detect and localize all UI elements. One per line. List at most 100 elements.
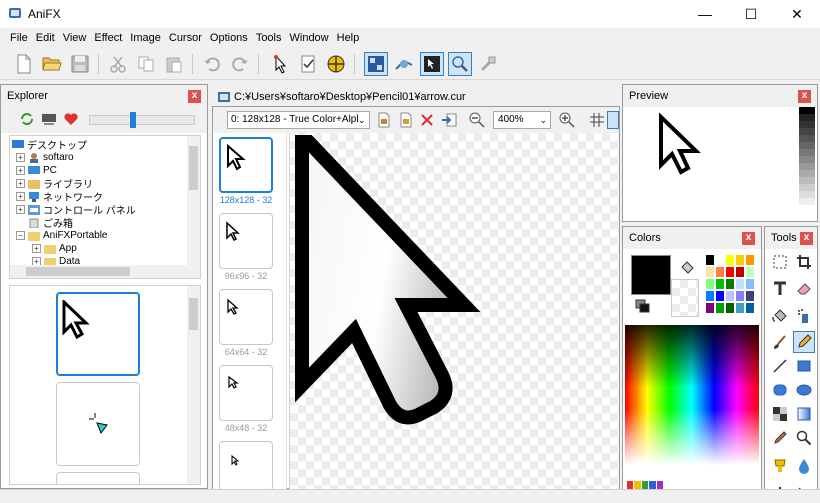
- zoom-icon[interactable]: [448, 52, 472, 76]
- line-icon[interactable]: [769, 355, 791, 377]
- color-swatch[interactable]: [725, 278, 735, 290]
- zoom-out-icon[interactable]: [469, 112, 485, 131]
- pointer-tool-icon[interactable]: [268, 52, 292, 76]
- sort-icon[interactable]: [41, 111, 57, 130]
- color-swatch[interactable]: [705, 278, 715, 290]
- cut-icon[interactable]: [106, 52, 130, 76]
- brush-icon[interactable]: [769, 331, 791, 353]
- menu-image[interactable]: Image: [126, 32, 165, 44]
- color-swatch[interactable]: [745, 278, 755, 290]
- frame-48[interactable]: [219, 365, 273, 421]
- tree-hscrollbar[interactable]: [10, 265, 200, 278]
- delete-image-icon[interactable]: [419, 112, 435, 131]
- color-swatch[interactable]: [745, 290, 755, 302]
- tree-item-recycle-bin[interactable]: ごみ箱: [28, 216, 73, 230]
- zoom-select[interactable]: 400% ⌄: [493, 111, 551, 129]
- format-select[interactable]: 0: 128x128 - True Color+Alpha: [227, 111, 370, 129]
- frame-96[interactable]: [219, 213, 273, 269]
- primary-color-swatch[interactable]: [631, 255, 671, 295]
- favorite-icon[interactable]: [63, 111, 79, 130]
- color-swatch[interactable]: [705, 254, 715, 266]
- tree-item-desktop[interactable]: デスクトップ: [12, 138, 87, 152]
- save-icon[interactable]: [68, 52, 92, 76]
- background-gray-swatch[interactable]: [799, 107, 815, 114]
- minimize-button[interactable]: —: [682, 0, 728, 28]
- preview-close-button[interactable]: x: [798, 90, 811, 103]
- slider-handle[interactable]: [130, 112, 136, 128]
- color-swatch[interactable]: [735, 302, 745, 314]
- thumbnail-size-slider[interactable]: [89, 112, 195, 128]
- rectangle-icon[interactable]: [793, 355, 815, 377]
- color-swatch[interactable]: [705, 302, 715, 314]
- background-gray-swatch[interactable]: [799, 205, 815, 212]
- frame-64[interactable]: [219, 289, 273, 345]
- background-gray-swatch[interactable]: [799, 163, 815, 170]
- color-swatch[interactable]: [745, 254, 755, 266]
- background-gray-swatch[interactable]: [799, 121, 815, 128]
- rounded-rectangle-icon[interactable]: [769, 379, 791, 401]
- menu-view[interactable]: View: [59, 32, 91, 44]
- dither-icon[interactable]: [769, 403, 791, 425]
- new-file-icon[interactable]: [12, 52, 36, 76]
- secondary-color-swatch[interactable]: [671, 279, 699, 317]
- pencil-icon[interactable]: [793, 331, 815, 353]
- color-swatch[interactable]: [735, 278, 745, 290]
- thumbnail-next[interactable]: [56, 472, 140, 484]
- fill-bucket-icon[interactable]: [679, 261, 695, 278]
- color-swatch[interactable]: [745, 302, 755, 314]
- frame-view-icon[interactable]: [364, 52, 388, 76]
- document-tab[interactable]: C:¥Users¥softaro¥Desktop¥Pencil01¥arrow.…: [212, 88, 620, 106]
- close-button[interactable]: ✕: [774, 0, 820, 28]
- background-gray-swatch[interactable]: [799, 142, 815, 149]
- thumbnail-arrow[interactable]: [56, 292, 140, 376]
- export-image-icon[interactable]: [441, 112, 457, 131]
- background-gray-swatch[interactable]: [799, 156, 815, 163]
- background-gray-swatch[interactable]: [799, 184, 815, 191]
- ellipse-icon[interactable]: [793, 379, 815, 401]
- copy-icon[interactable]: [134, 52, 158, 76]
- undo-icon[interactable]: [200, 52, 224, 76]
- tree-item-anifxportable[interactable]: − AniFXPortable: [16, 229, 107, 242]
- color-swatch[interactable]: [735, 290, 745, 302]
- tree-item-softaro[interactable]: + softaro: [16, 151, 74, 164]
- menu-tools[interactable]: Tools: [252, 32, 286, 44]
- frame-128[interactable]: [219, 137, 273, 193]
- menu-cursor[interactable]: Cursor: [165, 32, 206, 44]
- color-spectrum[interactable]: [625, 325, 759, 465]
- color-swatch[interactable]: [735, 254, 745, 266]
- color-picker-icon[interactable]: [769, 427, 791, 449]
- menu-effect[interactable]: Effect: [90, 32, 126, 44]
- thumbnail-busy[interactable]: [56, 382, 140, 466]
- colors-close-button[interactable]: x: [742, 232, 755, 245]
- frame-list-toggle-icon[interactable]: [607, 111, 619, 129]
- open-folder-icon[interactable]: [40, 52, 64, 76]
- menu-edit[interactable]: Edit: [32, 32, 59, 44]
- tree-item-control-panel[interactable]: + コントロール パネル: [16, 203, 136, 217]
- tree-item-app[interactable]: + App: [32, 242, 77, 255]
- crop-icon[interactable]: [793, 251, 815, 273]
- magnifier-icon[interactable]: [793, 427, 815, 449]
- background-gray-swatch[interactable]: [799, 198, 815, 205]
- paste-icon[interactable]: [162, 52, 186, 76]
- menu-help[interactable]: Help: [333, 32, 364, 44]
- edit-canvas[interactable]: [289, 133, 619, 489]
- background-gray-swatch[interactable]: [799, 135, 815, 142]
- color-swatch[interactable]: [705, 290, 715, 302]
- color-swatch[interactable]: [725, 254, 735, 266]
- menu-window[interactable]: Window: [286, 32, 333, 44]
- hotspot-icon[interactable]: [420, 52, 444, 76]
- background-gray-swatch[interactable]: [799, 177, 815, 184]
- frame-32[interactable]: [219, 441, 273, 491]
- redo-icon[interactable]: [228, 52, 252, 76]
- add-image-icon[interactable]: [377, 112, 391, 131]
- spray-icon[interactable]: [793, 305, 815, 327]
- preview-background-palette[interactable]: [799, 107, 815, 215]
- menu-file[interactable]: File: [6, 32, 32, 44]
- menu-options[interactable]: Options: [206, 32, 252, 44]
- export-icon[interactable]: [476, 52, 500, 76]
- drop-icon[interactable]: [793, 455, 815, 477]
- color-swatch[interactable]: [725, 290, 735, 302]
- background-gray-swatch[interactable]: [799, 191, 815, 198]
- tools-close-button[interactable]: x: [800, 232, 813, 245]
- color-swatch[interactable]: [725, 302, 735, 314]
